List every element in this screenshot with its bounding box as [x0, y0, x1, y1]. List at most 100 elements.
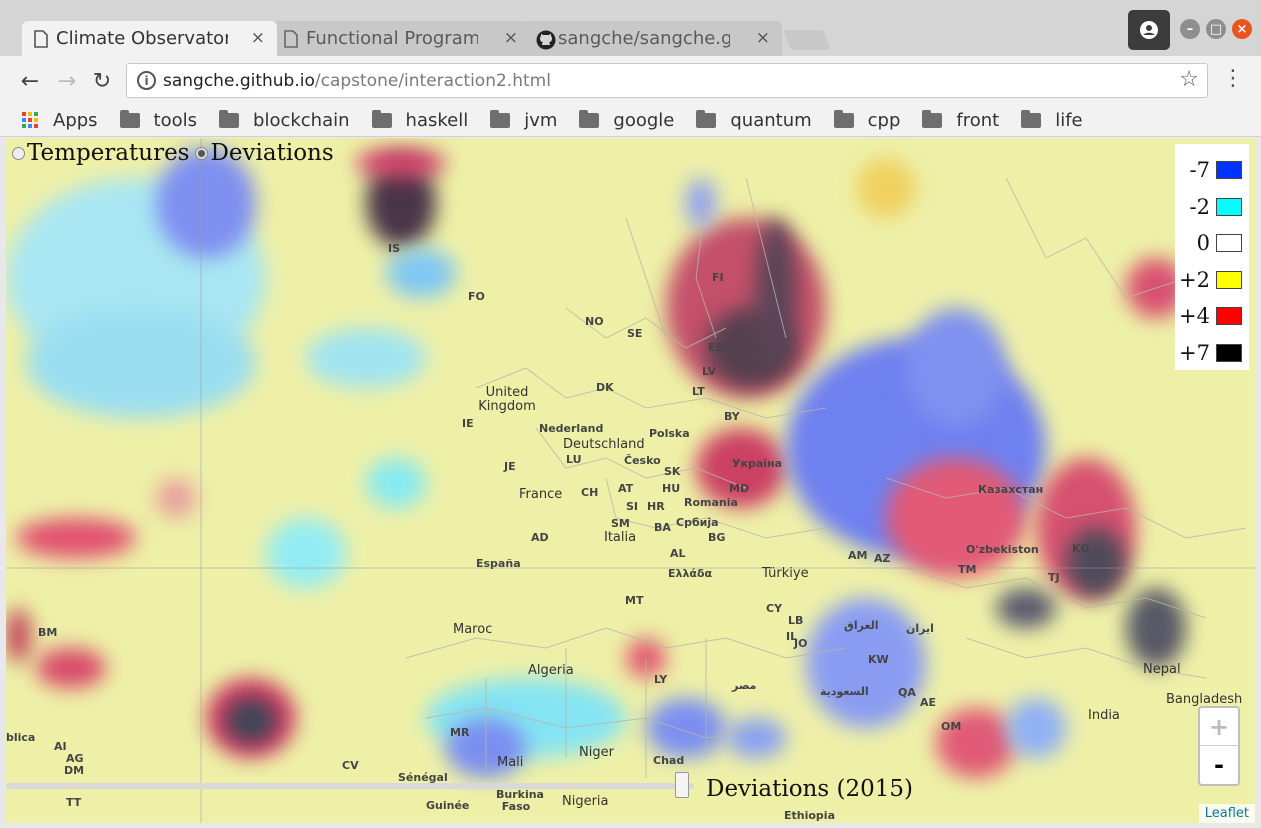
bookmark-folder-cpp[interactable]: cpp [833, 109, 901, 131]
place-label: LB [788, 614, 804, 627]
place-label: LT [692, 385, 705, 398]
info-icon[interactable]: i [137, 71, 156, 90]
url-path: /capstone/interaction2.html [314, 70, 551, 91]
page-icon [34, 30, 48, 48]
place-label: España [476, 557, 521, 570]
place-label: مصر [732, 679, 757, 692]
bookmark-folder-blockchain[interactable]: blockchain [219, 109, 350, 131]
place-label: blica [6, 731, 36, 744]
bookmarks-bar: Apps tools blockchain haskell jvm google… [0, 104, 1261, 137]
menu-icon[interactable]: ⋮ [1222, 68, 1244, 90]
place-label: BY [724, 410, 740, 423]
bookmark-label: front [956, 109, 1000, 131]
country-borders [6, 138, 1255, 823]
place-label: Ethiopia [784, 809, 835, 822]
place-label: Србија [676, 516, 719, 529]
legend-row: +2 [1175, 262, 1242, 299]
maximize-button[interactable]: □ [1206, 19, 1226, 39]
address-bar[interactable]: i sangche.github.io /capstone/interactio… [126, 63, 1208, 98]
github-icon [536, 30, 556, 50]
bookmark-label: Apps [53, 109, 98, 131]
place-label: IS [388, 242, 401, 255]
bookmark-folder-front[interactable]: front [922, 109, 1000, 131]
layer-label-deviations[interactable]: Deviations [210, 140, 333, 166]
place-label: AD [531, 531, 549, 544]
tab-climate-observatory[interactable]: Climate Observatory × [22, 21, 277, 56]
place-label: KW [868, 653, 889, 666]
place-label: Bangladesh [1166, 692, 1243, 707]
place-label: Maroc [453, 622, 493, 637]
folder-icon [371, 109, 392, 128]
bookmark-apps[interactable]: Apps [22, 110, 98, 131]
folder-icon [922, 109, 943, 128]
place-label: O'zbekiston [966, 543, 1039, 556]
place-label: HU [662, 482, 681, 495]
close-icon[interactable]: × [756, 28, 770, 48]
bookmark-label: cpp [867, 109, 901, 131]
year-slider-track[interactable] [6, 783, 694, 789]
place-label: Nigeria [562, 794, 609, 809]
legend-label: +4 [1179, 304, 1210, 329]
new-tab-button[interactable] [783, 30, 831, 50]
zoom-in-button[interactable]: + [1200, 708, 1238, 746]
folder-icon [833, 109, 854, 128]
profile-button[interactable] [1128, 10, 1170, 50]
place-label: LV [702, 365, 717, 378]
title-bar: Climate Observatory × Functional Program… [0, 0, 1261, 56]
legend-label: -2 [1189, 194, 1210, 219]
radio-deviations[interactable] [195, 146, 209, 160]
tab-functional-programming[interactable]: Functional Programming × [272, 21, 530, 56]
legend-label: +7 [1179, 340, 1210, 365]
place-label: SK [664, 465, 681, 478]
place-label: ایران [906, 622, 934, 635]
place-label: LY [654, 673, 668, 686]
year-slider-thumb[interactable] [675, 772, 689, 798]
close-icon[interactable]: × [504, 28, 518, 48]
place-label: BA [654, 521, 671, 534]
zoom-out-button[interactable]: - [1200, 746, 1238, 784]
tab-github[interactable]: sangche/sangche.github.io × [524, 21, 782, 56]
place-label: HR [647, 500, 665, 513]
place-label: Niger [579, 745, 614, 760]
place-label: Chad [653, 754, 685, 767]
bookmark-label: life [1055, 109, 1083, 131]
bookmark-folder-google[interactable]: google [579, 109, 674, 131]
attribution-link[interactable]: Leaflet [1198, 804, 1255, 823]
place-label: United Kingdom [478, 385, 536, 414]
place-label: FO [468, 290, 485, 303]
place-label: AM [848, 549, 868, 562]
legend-row: +4 [1175, 298, 1242, 335]
bookmark-folder-tools[interactable]: tools [119, 109, 197, 131]
close-icon[interactable]: × [251, 28, 265, 48]
folder-icon [490, 109, 511, 128]
back-button[interactable]: ← [17, 68, 43, 94]
layer-label-temperatures[interactable]: Temperatures [27, 140, 189, 166]
legend-swatch [1216, 343, 1242, 362]
bookmark-folder-quantum[interactable]: quantum [696, 109, 812, 131]
reload-button[interactable]: ↻ [89, 68, 115, 94]
place-label: SM [611, 517, 630, 530]
place-label: JO [794, 637, 808, 650]
legend-row: -2 [1175, 189, 1242, 226]
bookmark-folder-life[interactable]: life [1021, 109, 1083, 131]
bookmark-label: blockchain [253, 109, 350, 131]
bookmark-folder-jvm[interactable]: jvm [490, 109, 557, 131]
minimize-button[interactable]: – [1180, 19, 1200, 39]
map-canvas[interactable]: IS FO FI NO SE EE LV LT DK United Kingdo… [6, 138, 1255, 823]
place-label: السعودية [820, 685, 869, 698]
radio-temperatures[interactable] [12, 146, 25, 160]
place-label: EE [708, 341, 724, 354]
bookmark-folder-haskell[interactable]: haskell [371, 109, 468, 131]
place-label: FI [712, 271, 724, 284]
forward-button[interactable]: → [54, 68, 80, 94]
place-label: BG [708, 531, 726, 544]
layer-switch: Temperatures Deviations [12, 140, 334, 166]
place-label: MT [625, 594, 644, 607]
bookmark-star-icon[interactable]: ☆ [1179, 67, 1199, 92]
zoom-control: + - [1198, 706, 1240, 786]
browser-toolbar: ← → ↻ i sangche.github.io /capstone/inte… [0, 56, 1261, 104]
place-label: DM [64, 764, 85, 777]
folder-icon [1021, 109, 1042, 128]
window-close-button[interactable]: × [1232, 19, 1252, 39]
place-label: SI [626, 500, 639, 513]
